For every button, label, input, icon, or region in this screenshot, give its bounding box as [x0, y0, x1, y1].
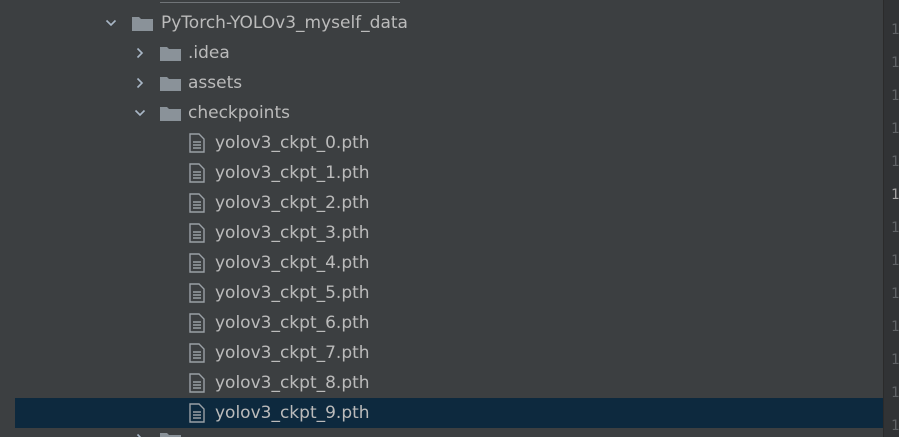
- tree-item-clipped-below[interactable]: [15, 428, 883, 437]
- tree-item-label: yolov3_ckpt_1.pth: [215, 163, 370, 183]
- chevron-right-icon[interactable]: [134, 433, 146, 437]
- tree-item-label: yolov3_ckpt_0.pth: [215, 133, 370, 153]
- tree-item-label: PyTorch-YOLOv3_myself_data: [161, 13, 408, 33]
- line-number: 1: [891, 154, 899, 170]
- tree-item-file-selected[interactable]: yolov3_ckpt_9.pth: [15, 398, 883, 428]
- file-icon: [189, 163, 205, 183]
- tree-item-file[interactable]: yolov3_ckpt_0.pth: [15, 128, 883, 158]
- line-number: 1: [891, 88, 899, 104]
- line-number: 1: [891, 253, 899, 269]
- chevron-right-icon[interactable]: [134, 47, 146, 59]
- line-number: 1: [891, 418, 899, 434]
- tree-item-assets-folder[interactable]: assets: [15, 68, 883, 98]
- tree-item-file[interactable]: yolov3_ckpt_7.pth: [15, 338, 883, 368]
- clipped-tree-row-above: [160, 0, 400, 3]
- tree-item-checkpoints-folder[interactable]: checkpoints: [15, 98, 883, 128]
- tree-item-label: yolov3_ckpt_2.pth: [215, 193, 370, 213]
- tree-item-label: yolov3_ckpt_7.pth: [215, 343, 370, 363]
- tree-item-label: yolov3_ckpt_3.pth: [215, 223, 370, 243]
- folder-icon: [160, 107, 181, 121]
- line-number: 1: [891, 22, 899, 38]
- tree-item-idea-folder[interactable]: .idea: [15, 38, 883, 68]
- line-number: 1: [891, 121, 899, 137]
- tree-item-label: yolov3_ckpt_9.pth: [215, 403, 370, 423]
- line-number: 1: [891, 220, 899, 236]
- line-number: 1: [891, 352, 899, 368]
- file-icon: [189, 193, 205, 213]
- file-icon: [189, 283, 205, 303]
- file-icon: [189, 373, 205, 393]
- file-icon: [189, 313, 205, 333]
- tree-item-file[interactable]: yolov3_ckpt_8.pth: [15, 368, 883, 398]
- tree-item-label: yolov3_ckpt_5.pth: [215, 283, 370, 303]
- project-tree-panel[interactable]: PyTorch-YOLOv3_myself_data .idea assets: [0, 0, 883, 437]
- tree-item-label: yolov3_ckpt_8.pth: [215, 373, 370, 393]
- folder-icon: [160, 433, 181, 437]
- chevron-down-icon[interactable]: [134, 107, 146, 119]
- chevron-right-icon[interactable]: [134, 77, 146, 89]
- line-number-current: 1: [891, 187, 899, 203]
- tree-item-label: .idea: [188, 43, 230, 63]
- line-number: 1: [891, 286, 899, 302]
- editor-line-number-gutter: 1 1 1 1 1 1 1 1 1 1 1 1 1: [883, 0, 899, 437]
- tree-item-root-folder[interactable]: PyTorch-YOLOv3_myself_data: [15, 8, 883, 38]
- tree-item-file[interactable]: yolov3_ckpt_4.pth: [15, 248, 883, 278]
- folder-icon: [132, 17, 153, 31]
- tree-item-label: checkpoints: [188, 103, 290, 123]
- file-icon: [189, 223, 205, 243]
- tree-item-label: yolov3_ckpt_4.pth: [215, 253, 370, 273]
- folder-icon: [160, 77, 181, 91]
- line-number: 1: [891, 385, 899, 401]
- file-icon: [189, 343, 205, 363]
- tree-item-file[interactable]: yolov3_ckpt_5.pth: [15, 278, 883, 308]
- line-number: 1: [891, 55, 899, 71]
- tree-item-file[interactable]: yolov3_ckpt_1.pth: [15, 158, 883, 188]
- file-icon: [189, 253, 205, 273]
- tree-item-file[interactable]: yolov3_ckpt_6.pth: [15, 308, 883, 338]
- tree-item-file[interactable]: yolov3_ckpt_3.pth: [15, 218, 883, 248]
- chevron-down-icon[interactable]: [105, 17, 117, 29]
- tree-item-label: assets: [188, 73, 243, 93]
- tree-item-label: yolov3_ckpt_6.pth: [215, 313, 370, 333]
- folder-icon: [160, 47, 181, 61]
- ide-window: PyTorch-YOLOv3_myself_data .idea assets: [0, 0, 899, 437]
- file-icon: [189, 403, 205, 423]
- file-icon: [189, 133, 205, 153]
- line-number: 1: [891, 319, 899, 335]
- tree-item-file[interactable]: yolov3_ckpt_2.pth: [15, 188, 883, 218]
